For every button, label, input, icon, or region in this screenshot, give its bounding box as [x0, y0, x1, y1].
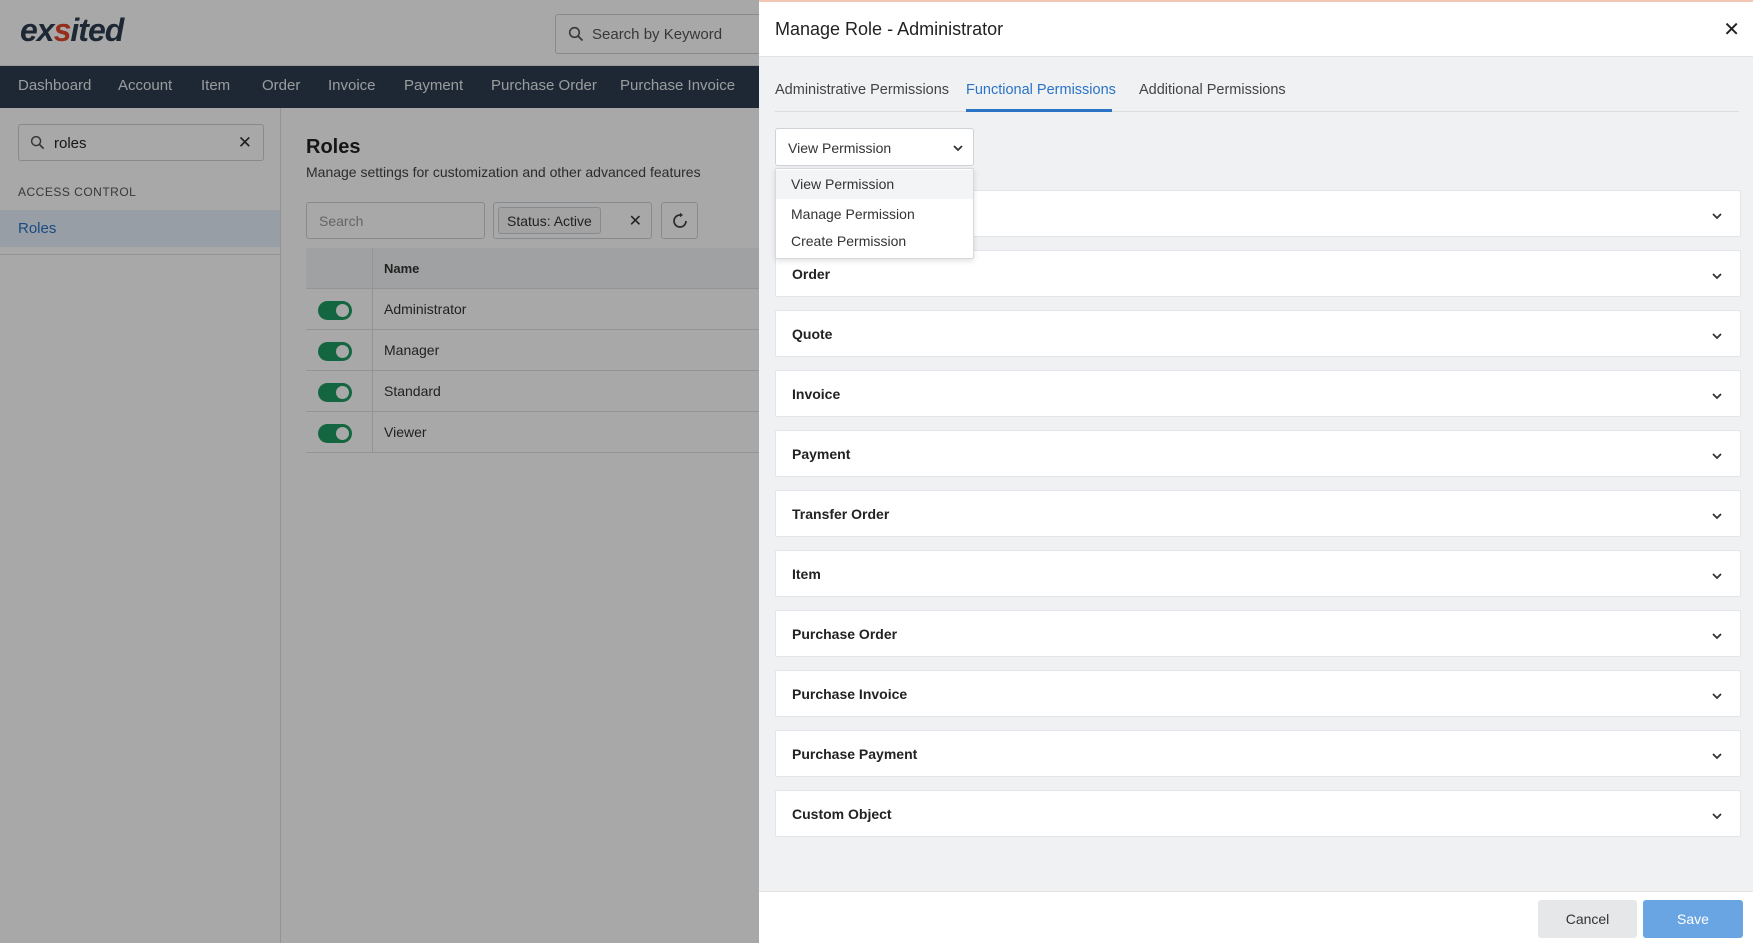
- permission-tabs: Administrative Permissions Functional Pe…: [775, 74, 1739, 112]
- chevron-down-icon: [1712, 213, 1722, 220]
- permission-dropdown-menu: View Permission Manage Permission Create…: [775, 168, 974, 259]
- section-label: Quote: [792, 326, 833, 342]
- chevron-down-icon: [1712, 393, 1722, 400]
- chevron-down-icon: [1712, 753, 1722, 760]
- chevron-down-icon: [1712, 633, 1722, 640]
- section-label: Purchase Order: [792, 626, 898, 642]
- section-label: Item: [792, 566, 821, 582]
- section-label: Invoice: [792, 386, 841, 402]
- accordion-transfer-order[interactable]: Transfer Order: [775, 490, 1741, 537]
- tab-functional-permissions[interactable]: Functional Permissions: [966, 82, 1116, 98]
- chevron-down-icon: [1712, 273, 1722, 280]
- section-label: Transfer Order: [792, 506, 890, 522]
- chevron-down-icon: [1712, 513, 1722, 520]
- section-label: Payment: [792, 446, 851, 462]
- section-label: Purchase Payment: [792, 746, 918, 762]
- cancel-button[interactable]: Cancel: [1538, 900, 1637, 938]
- tab-administrative-permissions[interactable]: Administrative Permissions: [775, 82, 949, 98]
- section-label: Purchase Invoice: [792, 686, 908, 702]
- close-icon[interactable]: ✕: [1723, 17, 1740, 42]
- option-manage-permission[interactable]: Manage Permission: [776, 200, 973, 229]
- chevron-down-icon: [1712, 453, 1722, 460]
- tab-additional-permissions[interactable]: Additional Permissions: [1139, 82, 1286, 98]
- panel-header: Manage Role - Administrator ✕: [759, 2, 1753, 57]
- panel-footer: Cancel Save: [759, 891, 1753, 943]
- section-label: Custom Object: [792, 806, 892, 822]
- chevron-down-icon: [1712, 813, 1722, 820]
- section-label: Order: [792, 266, 831, 282]
- chevron-down-icon: [1712, 693, 1722, 700]
- permission-select-value: View Permission: [788, 140, 892, 156]
- option-create-permission[interactable]: Create Permission: [776, 227, 973, 256]
- save-button[interactable]: Save: [1643, 900, 1743, 938]
- accordion-purchase-invoice[interactable]: Purchase Invoice: [775, 670, 1741, 717]
- accordion-item[interactable]: Item: [775, 550, 1741, 597]
- panel-title: Manage Role - Administrator: [775, 19, 1004, 39]
- accordion-quote[interactable]: Quote: [775, 310, 1741, 357]
- manage-role-panel: Manage Role - Administrator ✕ Administra…: [759, 0, 1753, 943]
- active-tab-indicator: [966, 109, 1112, 112]
- accordion-payment[interactable]: Payment: [775, 430, 1741, 477]
- permission-select[interactable]: View Permission: [775, 128, 974, 166]
- accordion-purchase-payment[interactable]: Purchase Payment: [775, 730, 1741, 777]
- option-view-permission[interactable]: View Permission: [776, 170, 973, 199]
- accordion-purchase-order[interactable]: Purchase Order: [775, 610, 1741, 657]
- chevron-down-icon: [1712, 573, 1722, 580]
- chevron-down-icon: [953, 145, 963, 152]
- chevron-down-icon: [1712, 333, 1722, 340]
- accordion-invoice[interactable]: Invoice: [775, 370, 1741, 417]
- accordion-custom-object[interactable]: Custom Object: [775, 790, 1741, 837]
